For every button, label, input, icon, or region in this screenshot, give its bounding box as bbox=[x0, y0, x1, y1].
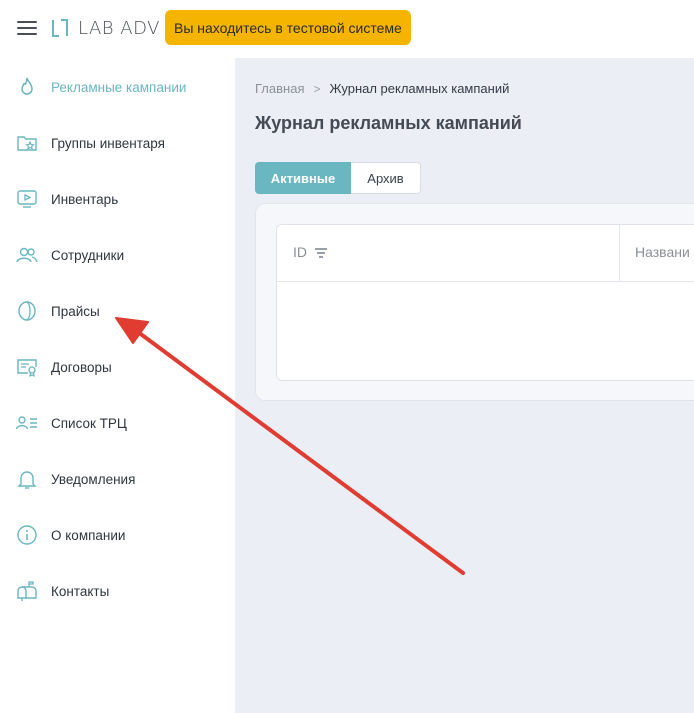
mailbox-icon bbox=[17, 581, 37, 601]
column-header-label: ID bbox=[293, 244, 307, 260]
sidebar-item-notifications[interactable]: Уведомления bbox=[0, 455, 235, 503]
table-header-row: ID Названи bbox=[277, 225, 694, 282]
sidebar-item-label: Список ТРЦ bbox=[51, 415, 127, 431]
campaigns-table: ID Названи bbox=[276, 224, 694, 381]
breadcrumb: Главная > Журнал рекламных кампаний bbox=[255, 81, 509, 96]
monitor-play-icon bbox=[17, 190, 37, 208]
logo-text: LAB ADV bbox=[78, 17, 160, 39]
breadcrumb-separator: > bbox=[313, 81, 321, 96]
bell-icon bbox=[17, 471, 37, 489]
sidebar-item-label: Прайсы bbox=[51, 303, 100, 319]
top-header: LAB ADV Вы находитесь в тестовой системе bbox=[0, 0, 694, 58]
logo[interactable]: LAB ADV bbox=[50, 17, 160, 39]
sidebar-item-label: Договоры bbox=[51, 359, 112, 375]
flame-icon bbox=[21, 77, 33, 95]
tab-archive[interactable]: Архив bbox=[351, 162, 421, 194]
sidebar-item-label: О компании bbox=[51, 527, 126, 543]
column-header-name[interactable]: Названи bbox=[635, 244, 690, 260]
sort-filter-icon[interactable] bbox=[315, 247, 327, 258]
sidebar-item-label: Контакты bbox=[51, 583, 110, 599]
tab-active[interactable]: Активные bbox=[255, 162, 351, 194]
sidebar-item-prices[interactable]: Прайсы bbox=[0, 287, 235, 335]
page-title: Журнал рекламных кампаний bbox=[255, 113, 522, 133]
column-header-id[interactable]: ID bbox=[293, 244, 327, 260]
info-icon bbox=[17, 525, 37, 545]
breadcrumb-current: Журнал рекламных кампаний bbox=[329, 81, 510, 96]
sidebar-item-contacts[interactable]: Контакты bbox=[0, 567, 235, 615]
coin-icon bbox=[18, 301, 36, 321]
breadcrumb-home-link[interactable]: Главная bbox=[255, 81, 304, 96]
sidebar-item-label: Рекламные кампании bbox=[51, 79, 187, 95]
menu-burger-icon[interactable] bbox=[17, 20, 37, 36]
sidebar-item-employees[interactable]: Сотрудники bbox=[0, 231, 235, 279]
certificate-icon bbox=[17, 359, 37, 378]
sidebar-item-label: Уведомления bbox=[51, 471, 136, 487]
status-tabs: Активные Архив bbox=[255, 162, 421, 194]
user-list-icon bbox=[15, 416, 37, 430]
sidebar-item-inventory[interactable]: Инвентарь bbox=[0, 175, 235, 223]
sidebar: Рекламные кампании Группы инвентаря Инве… bbox=[0, 58, 235, 713]
logo-mark-icon bbox=[52, 19, 68, 37]
sidebar-item-label: Инвентарь bbox=[51, 191, 119, 207]
test-system-badge: Вы находитесь в тестовой системе bbox=[165, 10, 411, 45]
sidebar-item-inventory-groups[interactable]: Группы инвентаря bbox=[0, 119, 235, 167]
main-content: Главная > Журнал рекламных кампаний Журн… bbox=[235, 58, 694, 713]
sidebar-item-contracts[interactable]: Договоры bbox=[0, 343, 235, 391]
campaigns-card: ID Названи bbox=[255, 203, 694, 401]
sidebar-item-about[interactable]: О компании bbox=[0, 511, 235, 559]
column-divider bbox=[619, 225, 620, 282]
sidebar-item-label: Группы инвентаря bbox=[51, 135, 165, 151]
sidebar-item-malls[interactable]: Список ТРЦ bbox=[0, 399, 235, 447]
sidebar-item-label: Сотрудники bbox=[51, 247, 125, 263]
folder-star-icon bbox=[17, 136, 37, 151]
users-icon bbox=[16, 247, 38, 263]
sidebar-item-campaigns[interactable]: Рекламные кампании bbox=[0, 63, 235, 111]
